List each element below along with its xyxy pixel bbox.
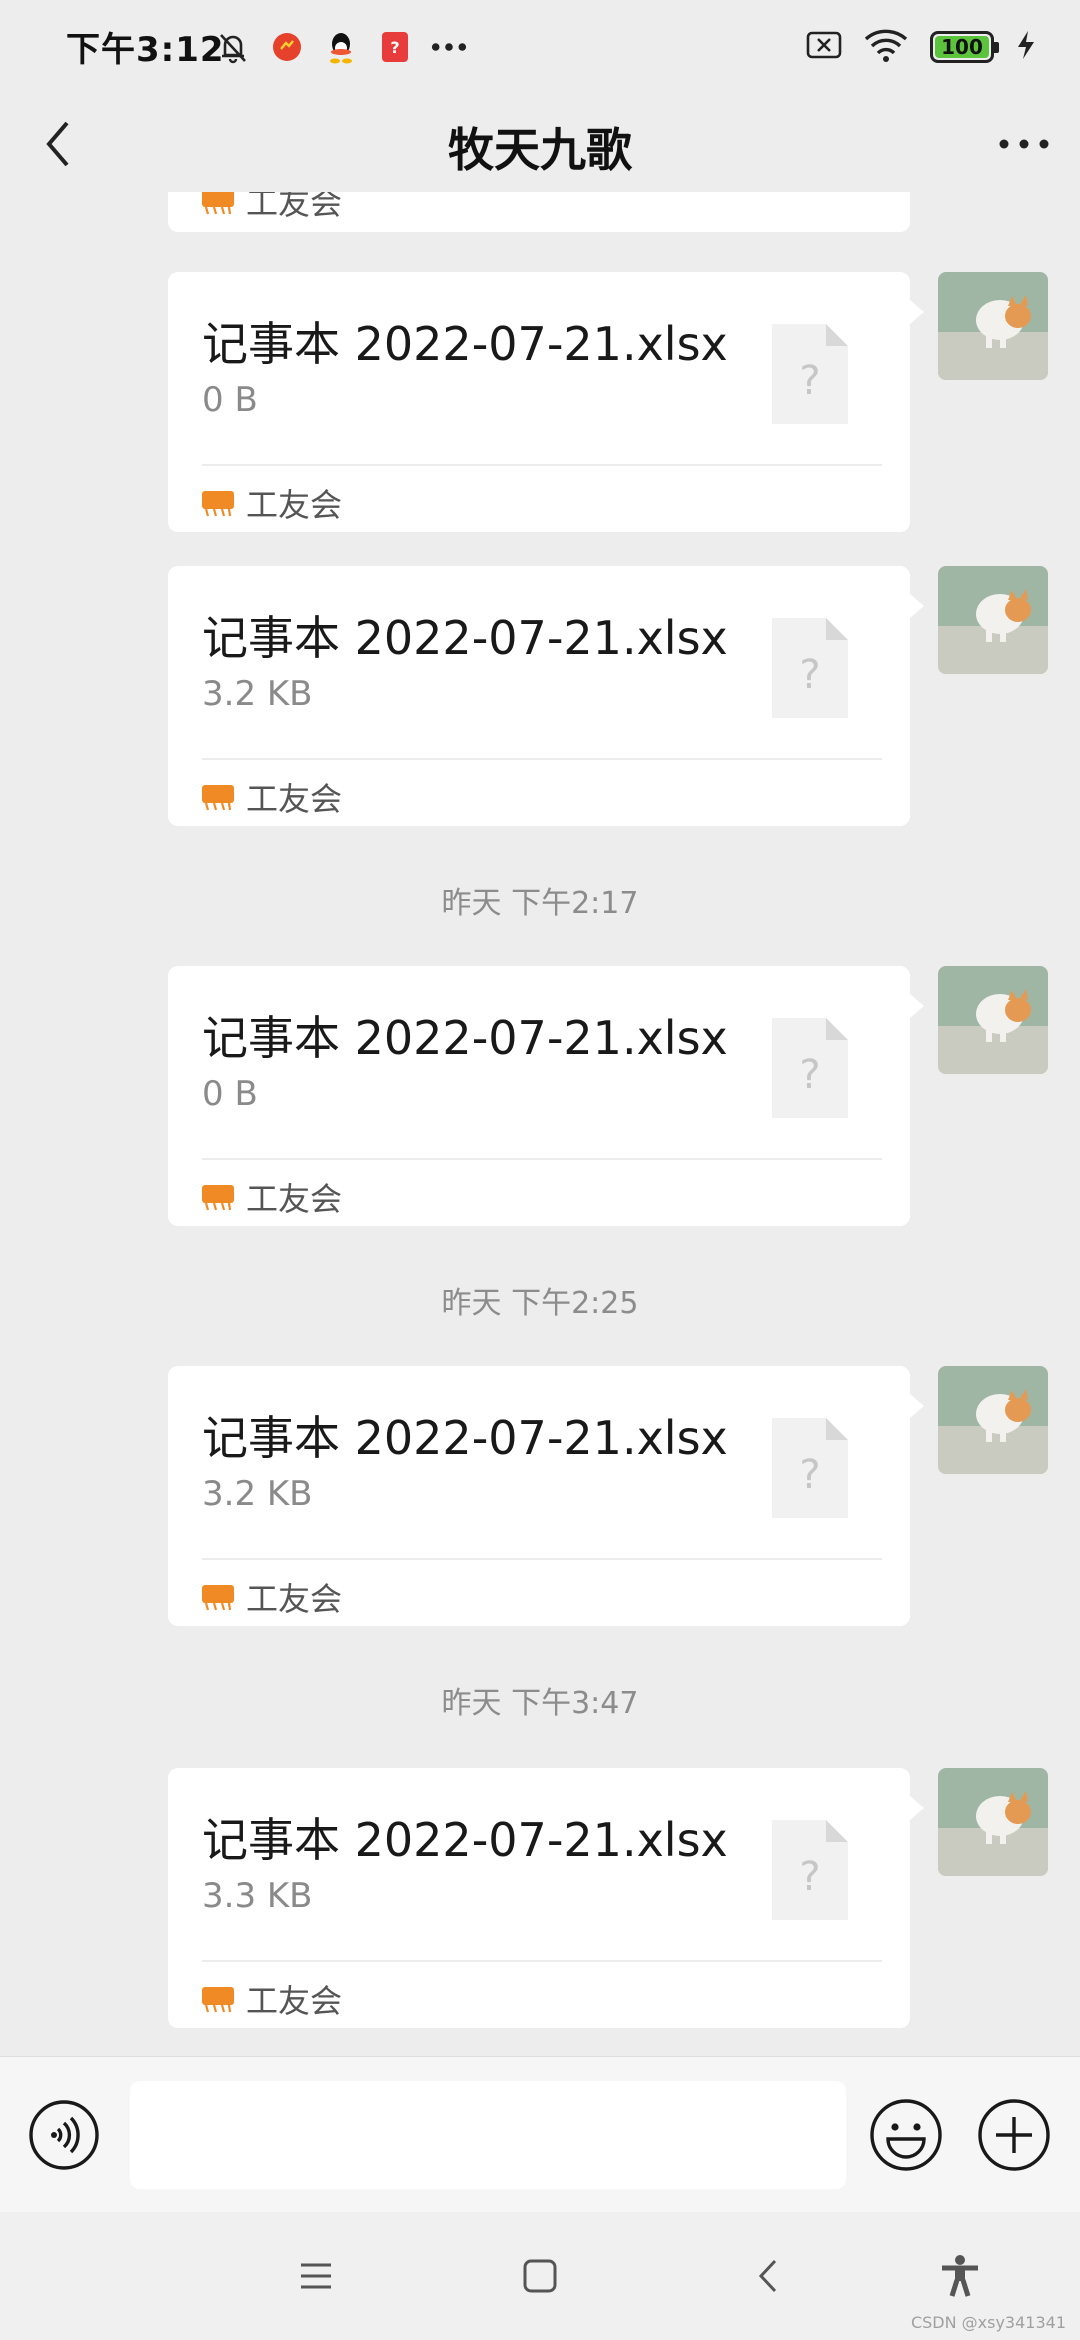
chat-header: 牧天九歌 <box>0 96 1080 192</box>
message-timestamp: 昨天 下午3:47 <box>441 1686 639 1721</box>
menu-icon <box>301 2263 331 2289</box>
unknown-file-icon: ? <box>772 1820 848 1920</box>
file-source-name: 工友会 <box>246 780 343 818</box>
status-time: 下午3:12 <box>66 30 225 70</box>
file-name: 记事本 2022-07-21.xlsx <box>202 1411 728 1465</box>
file-card[interactable]: 记事本 2022-07-21.xlsx 0 B ? 工友会 <box>168 272 924 532</box>
file-source-name: 工友会 <box>246 1180 343 1218</box>
file-source-name: 工友会 <box>246 1580 343 1618</box>
status-system-icons: 100 <box>806 28 1036 66</box>
file-source-name: 工友会 <box>246 486 343 524</box>
more-button[interactable] <box>994 114 1054 174</box>
file-size: 0 B <box>202 380 258 420</box>
card-divider <box>202 758 882 760</box>
unknown-file-icon: ? <box>772 1018 848 1118</box>
card-divider <box>202 1960 882 1962</box>
file-card[interactable]: 记事本 2022-07-21.xlsx 3.2 KB ? 工友会 <box>168 566 924 826</box>
app-icon <box>268 28 306 66</box>
sim-off-icon <box>806 30 842 64</box>
chat-input-bar <box>0 2056 1080 2213</box>
avatar[interactable] <box>938 566 1048 674</box>
app-icon: ? <box>376 28 414 66</box>
avatar[interactable] <box>938 272 1048 380</box>
voice-input-button[interactable] <box>28 2099 100 2171</box>
file-name: 记事本 2022-07-21.xlsx <box>202 611 728 665</box>
card-divider <box>202 464 882 466</box>
file-size: 3.3 KB <box>202 1876 313 1916</box>
svg-text:?: ? <box>799 358 820 404</box>
file-name: 记事本 2022-07-21.xlsx <box>202 1011 728 1065</box>
file-source: 工友会 <box>202 192 342 224</box>
unknown-file-icon: ? <box>772 1418 848 1518</box>
chat-title: 牧天九歌 <box>448 123 632 177</box>
accessibility-icon <box>942 2255 978 2297</box>
file-size: 3.2 KB <box>202 1474 313 1514</box>
card-divider <box>202 1558 882 1560</box>
square-icon <box>523 2259 557 2293</box>
watermark: CSDN @xsy341341 <box>910 2313 1066 2332</box>
svg-text:?: ? <box>390 38 399 57</box>
wifi-icon <box>864 28 908 66</box>
voice-icon <box>29 2100 99 2170</box>
qq-icon <box>322 28 360 66</box>
svg-text:?: ? <box>799 1052 820 1098</box>
file-source: 工友会 <box>202 1574 342 1620</box>
svg-text:?: ? <box>799 1854 820 1900</box>
emoji-icon <box>870 2099 942 2171</box>
status-bar: 下午3:12 ? 100 <box>0 0 1080 96</box>
gongyouhui-logo-icon <box>202 1585 234 1611</box>
gongyouhui-logo-icon <box>202 491 234 517</box>
status-notification-icons: ? <box>214 28 468 66</box>
unknown-file-icon: ? <box>772 618 848 718</box>
file-source: 工友会 <box>202 1174 342 1220</box>
card-divider <box>202 1158 882 1160</box>
message-timestamp: 昨天 下午2:17 <box>441 886 639 921</box>
file-size: 3.2 KB <box>202 674 313 714</box>
unknown-file-icon: ? <box>772 324 848 424</box>
file-card[interactable]: 记事本 2022-07-21.xlsx 3.3 KB ? 工友会 <box>168 1768 924 2028</box>
more-dots-icon <box>430 28 468 66</box>
more-dots-icon <box>999 139 1049 149</box>
file-source: 工友会 <box>202 774 342 820</box>
more-functions-button[interactable] <box>976 2097 1052 2173</box>
battery-cap <box>994 42 999 53</box>
charging-icon <box>1016 30 1036 64</box>
file-source-name: 工友会 <box>246 1982 343 2020</box>
emoji-button[interactable] <box>868 2097 944 2173</box>
avatar[interactable] <box>938 1768 1048 1876</box>
file-card[interactable]: 记事本 2022-07-21.xlsx 0 B ? 工友会 <box>168 966 924 1226</box>
file-card[interactable]: 工友会 <box>168 192 910 232</box>
battery-icon: 100 <box>930 31 999 63</box>
gongyouhui-logo-icon <box>202 785 234 811</box>
gongyouhui-logo-icon <box>202 1987 234 2013</box>
chat-message-list[interactable]: 工友会 记事本 2022-07-21.xlsx 0 B ? 工友会 记事本 20… <box>0 192 1080 2056</box>
file-card[interactable]: 记事本 2022-07-21.xlsx 3.2 KB ? 工友会 <box>168 1366 924 1626</box>
battery-level-text: 100 <box>941 35 983 59</box>
accessibility-button[interactable] <box>936 2252 984 2300</box>
chevron-left-icon <box>758 2259 777 2293</box>
svg-text:?: ? <box>799 652 820 698</box>
system-back-button[interactable] <box>744 2252 792 2300</box>
file-size: 0 B <box>202 1074 258 1114</box>
avatar[interactable] <box>938 1366 1048 1474</box>
gongyouhui-logo-icon <box>202 1185 234 1211</box>
home-button[interactable] <box>516 2252 564 2300</box>
gongyouhui-logo-icon <box>202 192 234 215</box>
recent-apps-button[interactable] <box>292 2252 340 2300</box>
avatar[interactable] <box>938 966 1048 1074</box>
file-source-name: 工友会 <box>246 192 343 222</box>
system-navigation-bar: CSDN @xsy341341 <box>0 2212 1080 2340</box>
message-input[interactable] <box>130 2081 846 2189</box>
file-source: 工友会 <box>202 1976 342 2022</box>
file-source: 工友会 <box>202 480 342 526</box>
file-name: 记事本 2022-07-21.xlsx <box>202 1813 728 1867</box>
notification-off-icon <box>214 28 252 66</box>
message-timestamp: 昨天 下午2:25 <box>441 1286 639 1321</box>
file-name: 记事本 2022-07-21.xlsx <box>202 317 728 371</box>
svg-text:?: ? <box>799 1452 820 1498</box>
plus-icon <box>978 2099 1050 2171</box>
